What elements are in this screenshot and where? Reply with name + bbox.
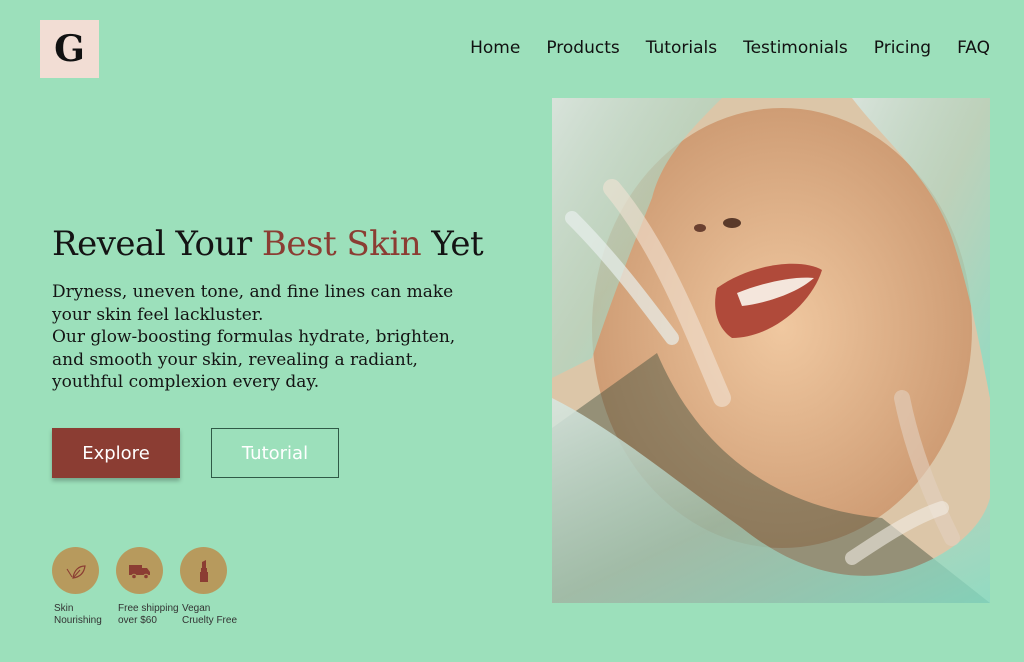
hero-description: Dryness, uneven tone, and fine lines can… (52, 281, 482, 394)
logo[interactable]: G (40, 20, 99, 78)
explore-button[interactable]: Explore (52, 428, 180, 478)
hero-image (552, 98, 990, 603)
headline-end: Yet (421, 224, 484, 264)
nav-products[interactable]: Products (546, 38, 619, 58)
truck-icon (116, 547, 163, 594)
headline-accent: Best Skin (261, 224, 422, 264)
nav-pricing[interactable]: Pricing (874, 38, 931, 58)
feature-vegan: Vegan Cruelty Free (180, 547, 270, 626)
hero-paragraph-2: Our glow-boosting formulas hydrate, brig… (52, 327, 456, 392)
logo-letter: G (54, 28, 85, 70)
feature-label: Vegan Cruelty Free (182, 603, 238, 626)
lipstick-icon (180, 547, 227, 594)
nav-faq[interactable]: FAQ (957, 38, 990, 58)
main-nav: Home Products Tutorials Testimonials Pri… (470, 38, 990, 58)
leaf-icon (52, 547, 99, 594)
hero-paragraph-1: Dryness, uneven tone, and fine lines can… (52, 282, 454, 325)
hero-headline: Reveal Your Best Skin Yet (52, 224, 484, 264)
tutorial-button[interactable]: Tutorial (211, 428, 339, 478)
nav-tutorials[interactable]: Tutorials (646, 38, 717, 58)
nav-home[interactable]: Home (470, 38, 520, 58)
nav-testimonials[interactable]: Testimonials (743, 38, 848, 58)
headline-start: Reveal Your (52, 224, 262, 264)
